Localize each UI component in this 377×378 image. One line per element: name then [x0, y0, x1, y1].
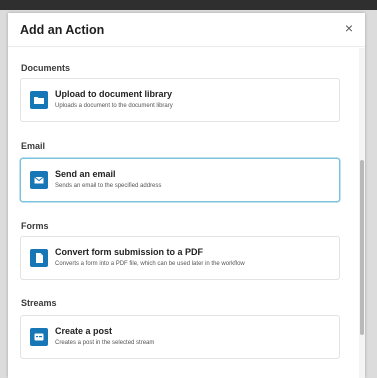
section-label-streams: Streams	[21, 298, 57, 308]
post-icon	[30, 328, 48, 346]
envelope-icon	[30, 171, 48, 189]
action-card-upload-document[interactable]: Upload to document library Uploads a doc…	[20, 78, 340, 122]
modal-header: Add an Action ×	[8, 13, 365, 47]
action-card-title: Create a post	[55, 326, 113, 336]
action-card-title: Upload to document library	[55, 89, 173, 99]
modal-body: Documents Upload to document library Upl…	[8, 48, 365, 378]
action-card-send-email[interactable]: Send an email Sends an email to the spec…	[20, 158, 340, 202]
add-action-modal: Add an Action × Documents Upload to docu…	[8, 13, 365, 378]
close-icon[interactable]: ×	[342, 21, 356, 35]
section-label-email: Email	[21, 141, 46, 151]
action-card-description: Converts a form into a PDF file, which c…	[55, 261, 245, 267]
action-card-title: Convert form submission to a PDF	[55, 247, 204, 257]
folder-icon	[30, 91, 48, 109]
action-card-description: Creates a post in the selected stream	[55, 340, 155, 346]
document-icon	[30, 249, 48, 267]
action-card-convert-form-pdf[interactable]: Convert form submission to a PDF Convert…	[20, 236, 340, 280]
action-card-description: Sends an email to the specified address	[55, 183, 162, 189]
action-card-create-post[interactable]: Create a post Creates a post in the sele…	[20, 315, 340, 359]
scrollbar-thumb[interactable]	[360, 160, 364, 335]
section-label-forms: Forms	[21, 221, 49, 231]
modal-title: Add an Action	[20, 23, 105, 37]
section-label-documents: Documents	[21, 63, 71, 73]
action-card-title: Send an email	[55, 169, 116, 179]
action-card-description: Uploads a document to the document libra…	[55, 103, 173, 109]
top-bar	[0, 0, 377, 10]
